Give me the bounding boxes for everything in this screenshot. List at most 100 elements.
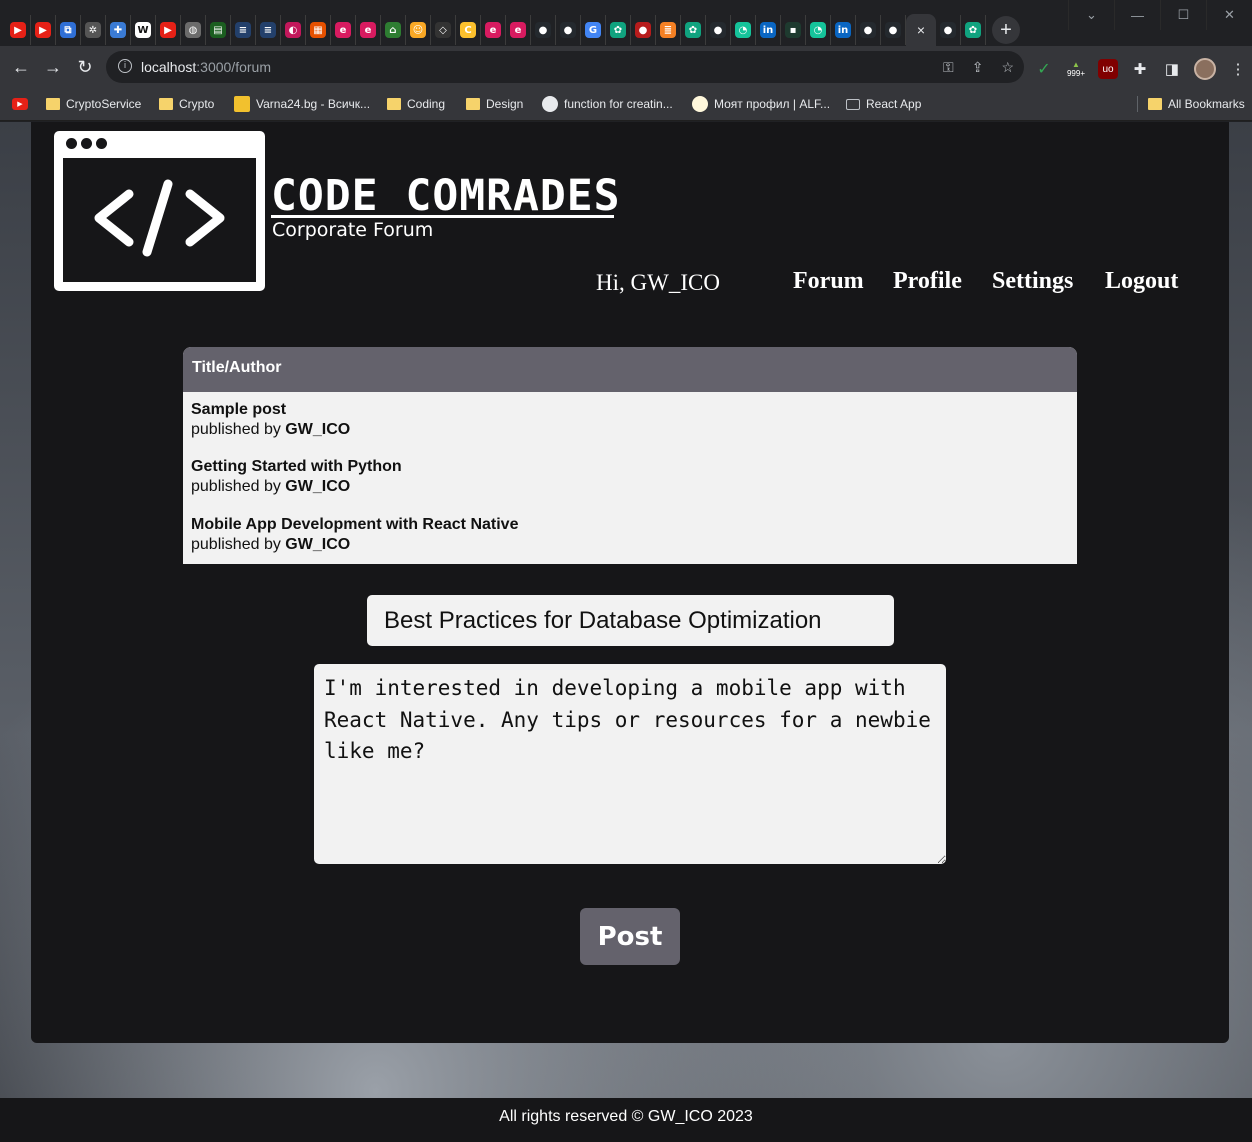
maximize-button[interactable]: ☐ — [1160, 0, 1206, 30]
post-title[interactable]: Getting Started with Python — [191, 457, 402, 477]
bookmark-react-app[interactable]: React App — [846, 95, 921, 113]
browser-tab[interactable]: ▶ — [6, 15, 31, 45]
extension-badge-icon[interactable]: ▲ 999+ — [1066, 59, 1086, 79]
grammarly-icon: ◔ — [810, 22, 826, 38]
github-icon: ● — [560, 22, 576, 38]
bookmark-all-bookmarks[interactable]: All Bookmarks — [1148, 95, 1245, 113]
reload-button[interactable]: ↻ — [73, 55, 97, 79]
browser-tab[interactable]: ● — [531, 15, 556, 45]
browser-tab[interactable]: ✲ — [81, 15, 106, 45]
browser-tab[interactable]: ◐ — [281, 15, 306, 45]
browser-tab[interactable]: e — [356, 15, 381, 45]
bookmark-cryptoservice[interactable]: CryptoService — [46, 95, 141, 113]
browser-tab[interactable]: ◔ — [731, 15, 756, 45]
active-tab-close-button[interactable]: × — [906, 14, 936, 46]
browser-tab[interactable]: ▤ — [206, 15, 231, 45]
nav-forum[interactable]: Forum — [793, 268, 864, 295]
chatgpt-icon: ✿ — [685, 22, 701, 38]
github-icon: ● — [885, 22, 901, 38]
bookmark-alf-profile[interactable]: Моят профил | ALF... — [692, 95, 830, 113]
github-icon: ● — [940, 22, 956, 38]
nav-profile[interactable]: Profile — [893, 268, 962, 295]
new-tab-button[interactable]: + — [992, 16, 1020, 44]
tab-search-icon[interactable]: ⌄ — [1068, 0, 1114, 30]
browser-tab[interactable]: ≣ — [656, 15, 681, 45]
folder-icon — [1148, 98, 1162, 110]
post-row[interactable]: Sample post published by GW_ICO — [191, 400, 350, 440]
browser-tab[interactable]: ✿ — [606, 15, 631, 45]
site-icon: ▪ — [785, 22, 801, 38]
url-text[interactable]: localhost:3000/forum — [141, 59, 271, 75]
forward-button[interactable]: → — [41, 55, 65, 79]
minimize-button[interactable]: — — [1114, 0, 1160, 30]
browser-tab[interactable]: ● — [881, 15, 906, 45]
nav-settings[interactable]: Settings — [992, 268, 1073, 295]
browser-tab[interactable]: ● — [856, 15, 881, 45]
browser-tab[interactable]: ✿ — [681, 15, 706, 45]
youtube-icon: ▶ — [10, 22, 26, 38]
profile-avatar[interactable] — [1194, 58, 1216, 80]
browser-tab[interactable]: C — [456, 15, 481, 45]
post-row[interactable]: Getting Started with Python published by… — [191, 457, 402, 497]
browser-tab[interactable]: in — [756, 15, 781, 45]
browser-tab[interactable]: ✿ — [961, 15, 986, 45]
e-icon: e — [510, 22, 526, 38]
side-panel-icon[interactable]: ◨ — [1162, 59, 1182, 79]
browser-tab[interactable]: ≡ — [256, 15, 281, 45]
browser-tab[interactable]: W — [131, 15, 156, 45]
browser-tab[interactable]: ▪ — [781, 15, 806, 45]
browser-tab[interactable]: ▦ — [306, 15, 331, 45]
menu-kebab-icon[interactable]: ⋮ — [1228, 59, 1248, 79]
logo-dot — [96, 138, 107, 149]
bookmark-varna24[interactable]: Varna24.bg - Всичк... — [234, 95, 370, 113]
bookmark-crypto[interactable]: Crypto — [159, 95, 214, 113]
browser-tab[interactable]: ● — [556, 15, 581, 45]
browser-tab-strip: ▶ ▶ ⧉ ✲ ✚ W ▶ ◍ ▤ ≡ ≡ ◐ ▦ e e ⌂ ☺ ◇ Ce e ● ● G ✿ ● ≣ ✿ ● ◔ in ▪ ◔ in ● ● × ●… — [0, 0, 1252, 46]
browser-tab[interactable]: ● — [631, 15, 656, 45]
e-icon: e — [360, 22, 376, 38]
extensions-puzzle-icon[interactable]: ✚ — [1130, 59, 1150, 79]
varna24-icon — [234, 96, 250, 112]
star-icon[interactable]: ☆ — [1001, 59, 1014, 76]
site-logo[interactable] — [54, 131, 265, 291]
browser-tab[interactable]: e — [506, 15, 531, 45]
close-window-button[interactable]: ✕ — [1206, 0, 1252, 30]
post-title[interactable]: Sample post — [191, 400, 350, 420]
browser-tab[interactable]: ☺ — [406, 15, 431, 45]
browser-tab[interactable]: e — [331, 15, 356, 45]
bookmark-youtube[interactable]: ▶ — [12, 95, 28, 113]
chart-icon: ▤ — [210, 22, 226, 38]
check-extension-icon[interactable]: ✓ — [1034, 59, 1054, 79]
ublock-icon[interactable]: uo — [1098, 59, 1118, 79]
browser-tab[interactable]: ◔ — [806, 15, 831, 45]
browser-tab[interactable]: e — [481, 15, 506, 45]
gear-icon: ✲ — [85, 22, 101, 38]
browser-tab[interactable]: G — [581, 15, 606, 45]
post-title[interactable]: Mobile App Development with React Native — [191, 515, 518, 535]
browser-tab[interactable]: ✚ — [106, 15, 131, 45]
browser-tab[interactable]: ▶ — [31, 15, 56, 45]
bookmark-coding[interactable]: Coding — [387, 95, 445, 113]
address-bar[interactable]: i localhost:3000/forum ⚿ ⇪ ☆ — [106, 51, 1024, 83]
browser-tab[interactable]: ● — [706, 15, 731, 45]
share-icon[interactable]: ⇪ — [972, 59, 984, 76]
browser-tab[interactable]: ⧉ — [56, 15, 81, 45]
post-title-input[interactable] — [367, 595, 894, 646]
key-icon[interactable]: ⚿ — [943, 59, 954, 76]
browser-tab[interactable]: ◍ — [181, 15, 206, 45]
back-button[interactable]: ← — [9, 55, 33, 79]
post-submit-button[interactable]: Post — [580, 908, 680, 965]
folder-icon — [46, 98, 60, 110]
bookmark-github-function[interactable]: function for creatin... — [542, 95, 673, 113]
browser-tab[interactable]: in — [831, 15, 856, 45]
browser-tab[interactable]: ◇ — [431, 15, 456, 45]
post-row[interactable]: Mobile App Development with React Native… — [191, 515, 518, 555]
browser-tab[interactable]: ≡ — [231, 15, 256, 45]
post-content-textarea[interactable]: I'm interested in developing a mobile ap… — [314, 664, 946, 864]
browser-tab[interactable]: ⌂ — [381, 15, 406, 45]
nav-logout[interactable]: Logout — [1105, 268, 1178, 295]
browser-tab[interactable]: ▶ — [156, 15, 181, 45]
site-info-icon[interactable]: i — [118, 59, 132, 73]
bookmark-design[interactable]: Design — [466, 95, 523, 113]
browser-tab[interactable]: ● — [936, 15, 961, 45]
